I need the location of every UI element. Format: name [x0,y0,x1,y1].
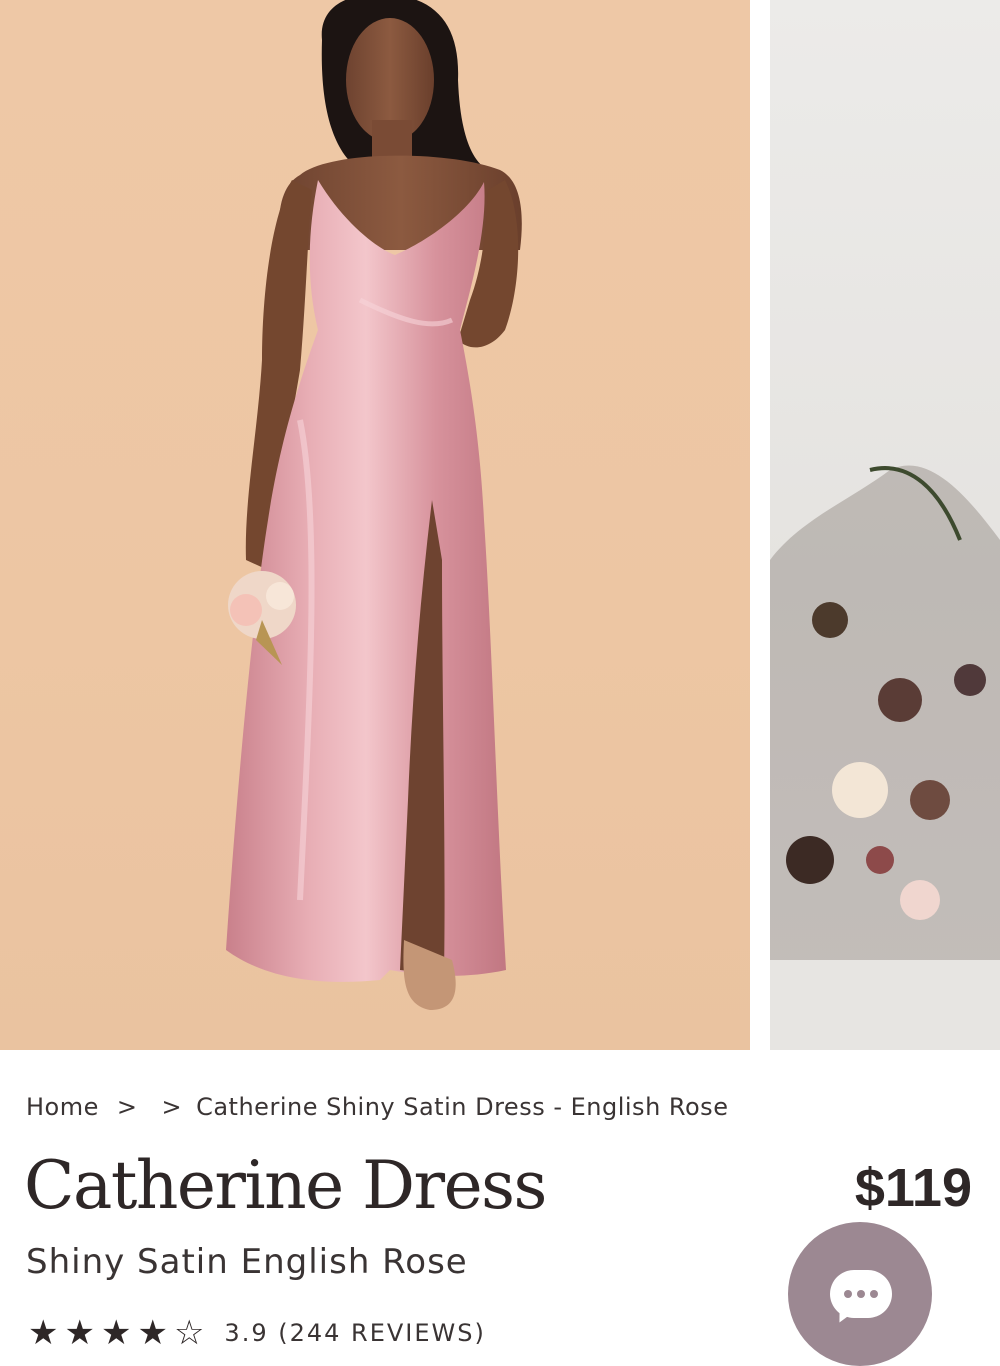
breadcrumb-separator: > [116,1093,138,1121]
product-image-secondary[interactable] [770,0,1000,1050]
breadcrumb: Home > > Catherine Shiny Satin Dress - E… [26,1090,728,1124]
product-subtitle: Shiny Satin English Rose [26,1242,468,1282]
star-filled-icon: ★ [64,1313,95,1353]
star-filled-icon: ★ [137,1313,168,1353]
breadcrumb-current: Catherine Shiny Satin Dress - English Ro… [196,1093,729,1121]
star-outline-icon: ☆ [173,1313,205,1353]
rating-reviews-count[interactable]: 3.9 (244 REVIEWS) [224,1316,485,1350]
model-photo [226,0,522,1010]
breadcrumb-separator: > [161,1093,183,1121]
product-price: $119 [854,1158,972,1218]
breadcrumb-home[interactable]: Home [26,1093,99,1121]
product-image-main[interactable] [0,0,750,1050]
product-image-gallery[interactable] [0,0,1000,1050]
chat-button[interactable] [788,1222,932,1366]
rating-row[interactable]: ★ ★ ★ ★ ☆ 3.9 (244 REVIEWS) [28,1316,486,1356]
star-filled-icon: ★ [28,1313,59,1353]
star-filled-icon: ★ [100,1313,132,1353]
product-title: Catherine Dress [24,1147,547,1224]
floral-photo [770,465,1000,1050]
